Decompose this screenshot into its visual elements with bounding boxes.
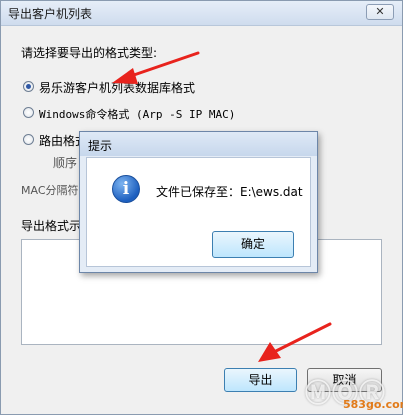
site-watermark: ⓂⓄⓇ 583go.com — [305, 373, 403, 413]
arrow-to-db-format-option — [112, 51, 200, 84]
arrow-to-export-button — [258, 322, 332, 362]
annotation-arrows — [112, 51, 332, 362]
watermark-url: 583go.com — [343, 398, 403, 411]
